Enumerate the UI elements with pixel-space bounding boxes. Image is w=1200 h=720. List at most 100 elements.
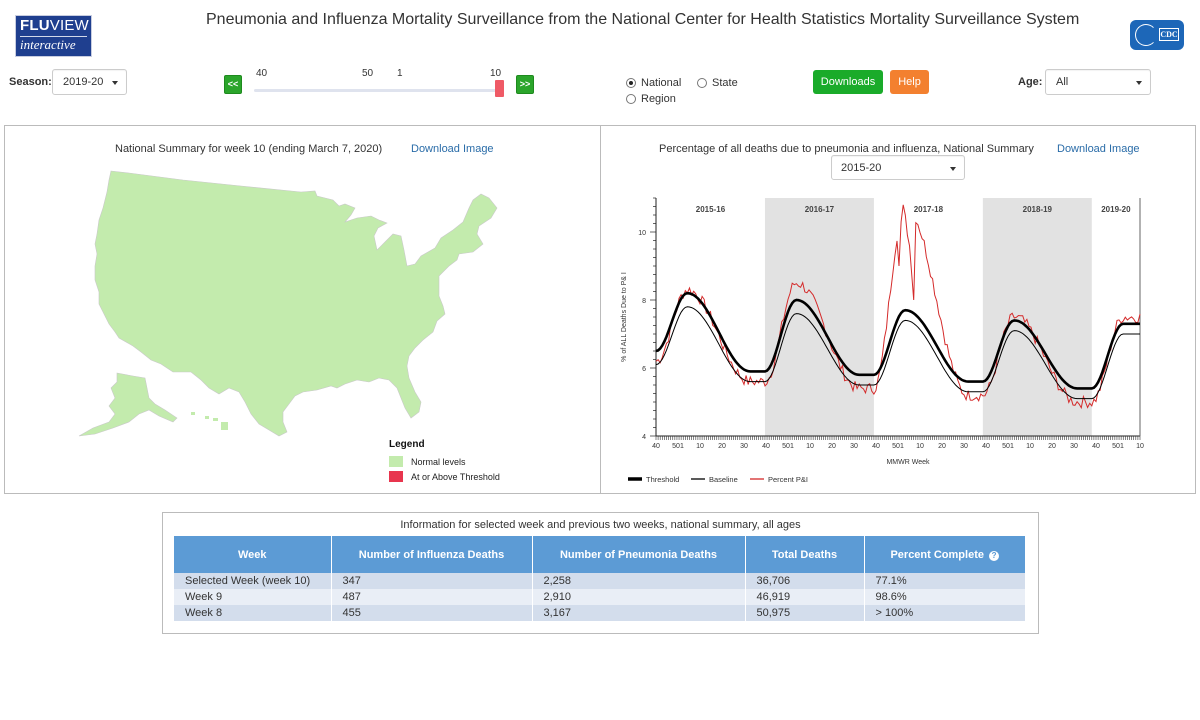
table-row: Week 8 455 3,167 50,975 > 100% bbox=[174, 605, 1026, 621]
cell-pneumonia-deaths: 2,910 bbox=[532, 589, 746, 605]
page-title: Pneumonia and Influenza Mortality Survei… bbox=[206, 11, 1080, 28]
slider-tick-label: 10 bbox=[490, 68, 502, 79]
x-tick-label: 10 bbox=[916, 443, 924, 450]
column-header-total-deaths: Total Deaths bbox=[745, 536, 865, 573]
chevron-down-icon bbox=[112, 81, 118, 85]
x-tick-label: 20 bbox=[718, 443, 726, 450]
x-tick-label: 40 bbox=[982, 443, 990, 450]
table-row: Selected Week (week 10) 347 2,258 36,706… bbox=[174, 573, 1026, 589]
map-panel: National Summary for week 10 (ending Mar… bbox=[4, 125, 601, 494]
age-label: Age: bbox=[1018, 76, 1043, 88]
column-header-pneumonia-deaths: Number of Pneumonia Deaths bbox=[532, 536, 746, 573]
fluview-logo: FLUVIEW interactive bbox=[15, 15, 92, 57]
table-header-row: Week Number of Influenza Deaths Number o… bbox=[174, 536, 1026, 573]
cdc-logo[interactable]: CDC bbox=[1130, 20, 1184, 50]
season-label: Season: bbox=[9, 76, 52, 88]
map-region-alaska[interactable] bbox=[78, 372, 178, 437]
y-tick-label: 4 bbox=[642, 434, 646, 441]
x-tick-label: 30 bbox=[960, 443, 968, 450]
x-tick-label: 10 bbox=[696, 443, 704, 450]
legend-swatch-normal bbox=[389, 456, 403, 467]
column-header-percent-complete: Percent Complete ? bbox=[864, 536, 1026, 573]
question-circle-icon[interactable]: ? bbox=[989, 550, 1000, 561]
x-tick-label: 501 bbox=[1002, 443, 1014, 450]
legend-label: At or Above Threshold bbox=[411, 471, 500, 482]
previous-week-button[interactable]: << bbox=[224, 75, 242, 94]
logo-divider bbox=[20, 36, 87, 37]
season-band bbox=[982, 198, 1092, 436]
x-tick-label: 501 bbox=[1112, 443, 1124, 450]
radio-unselected-icon[interactable] bbox=[626, 94, 636, 104]
legend-percent-pi-label: Percent P&I bbox=[768, 475, 808, 484]
x-tick-label: 30 bbox=[1070, 443, 1078, 450]
x-tick-label: 501 bbox=[782, 443, 794, 450]
season-label: 2015-16 bbox=[696, 205, 726, 214]
cell-influenza-deaths: 455 bbox=[331, 605, 533, 621]
x-tick-label: 30 bbox=[850, 443, 858, 450]
cell-influenza-deaths: 347 bbox=[331, 573, 533, 589]
radio-selected-icon[interactable] bbox=[626, 78, 636, 88]
legend-swatch-threshold bbox=[389, 471, 403, 482]
season-label: 2019-20 bbox=[1101, 205, 1131, 214]
radio-label: Region bbox=[641, 93, 676, 105]
radio-unselected-icon[interactable] bbox=[697, 78, 707, 88]
logo-text-thin: VIEW bbox=[49, 17, 89, 34]
x-tick-label: 40 bbox=[652, 443, 660, 450]
x-axis-label: MMWR Week bbox=[886, 459, 930, 466]
x-tick-label: 30 bbox=[740, 443, 748, 450]
slider-tick-label: 40 bbox=[256, 68, 268, 79]
logo-text-bold: FLU bbox=[20, 17, 50, 34]
map-region-hawaii[interactable] bbox=[191, 412, 228, 430]
cell-week: Week 9 bbox=[174, 589, 332, 605]
help-button[interactable]: Help bbox=[890, 70, 929, 94]
hhs-eagle-icon bbox=[1135, 24, 1157, 46]
cell-total-deaths: 46,919 bbox=[745, 589, 865, 605]
column-header-percent-complete-label: Percent Complete bbox=[890, 548, 984, 561]
column-header-week: Week bbox=[174, 536, 332, 573]
cdc-logo-text: CDC bbox=[1159, 28, 1179, 41]
cell-pneumonia-deaths: 2,258 bbox=[532, 573, 746, 589]
cell-pneumonia-deaths: 3,167 bbox=[532, 605, 746, 621]
legend-label: Normal levels bbox=[411, 456, 466, 467]
map-region-conus[interactable] bbox=[94, 170, 498, 437]
season-select[interactable]: 2019-20 bbox=[52, 69, 127, 95]
radio-label: State bbox=[712, 77, 738, 89]
age-select-value: All bbox=[1056, 76, 1069, 88]
legend-threshold-label: Threshold bbox=[646, 475, 679, 484]
map-legend-title: Legend bbox=[389, 439, 425, 450]
weekly-summary-table-box: Information for selected week and previo… bbox=[162, 512, 1039, 634]
cell-week: Selected Week (week 10) bbox=[174, 573, 332, 589]
cell-total-deaths: 50,975 bbox=[745, 605, 865, 621]
x-tick-label: 10 bbox=[806, 443, 814, 450]
x-tick-label: 501 bbox=[672, 443, 684, 450]
cell-percent-complete: > 100% bbox=[864, 605, 1026, 621]
y-tick-label: 10 bbox=[638, 230, 646, 237]
downloads-button[interactable]: Downloads bbox=[813, 70, 883, 94]
cell-percent-complete: 77.1% bbox=[864, 573, 1026, 589]
y-tick-label: 6 bbox=[642, 366, 646, 373]
radio-label: National bbox=[641, 77, 682, 89]
x-tick-label: 20 bbox=[938, 443, 946, 450]
x-tick-label: 40 bbox=[1092, 443, 1100, 450]
radio-national[interactable]: National bbox=[626, 77, 681, 89]
table-row: Week 9 487 2,910 46,919 98.6% bbox=[174, 589, 1026, 605]
radio-region[interactable]: Region bbox=[626, 93, 676, 105]
week-slider-track[interactable] bbox=[254, 89, 504, 92]
logo-subtitle: interactive bbox=[20, 37, 76, 52]
x-tick-label: 40 bbox=[872, 443, 880, 450]
radio-state[interactable]: State bbox=[697, 77, 738, 89]
us-map[interactable] bbox=[5, 126, 602, 495]
legend-item-threshold: At or Above Threshold bbox=[389, 471, 500, 482]
chart-panel: Percentage of all deaths due to pneumoni… bbox=[600, 125, 1196, 494]
age-select[interactable]: All bbox=[1045, 69, 1151, 95]
cell-total-deaths: 36,706 bbox=[745, 573, 865, 589]
season-band bbox=[764, 198, 874, 436]
chevron-down-icon bbox=[1136, 81, 1142, 85]
week-slider-handle[interactable] bbox=[495, 80, 504, 97]
pi-mortality-chart: 2015-16 2016-17 2017-18 2018-19 2019-20 4 6 8 10… bbox=[621, 197, 1144, 484]
x-tick-label: 40 bbox=[762, 443, 770, 450]
weekly-summary-table: Week Number of Influenza Deaths Number o… bbox=[174, 536, 1026, 621]
next-week-button[interactable]: >> bbox=[516, 75, 534, 94]
cell-influenza-deaths: 487 bbox=[331, 589, 533, 605]
season-select-value: 2019-20 bbox=[63, 76, 104, 88]
